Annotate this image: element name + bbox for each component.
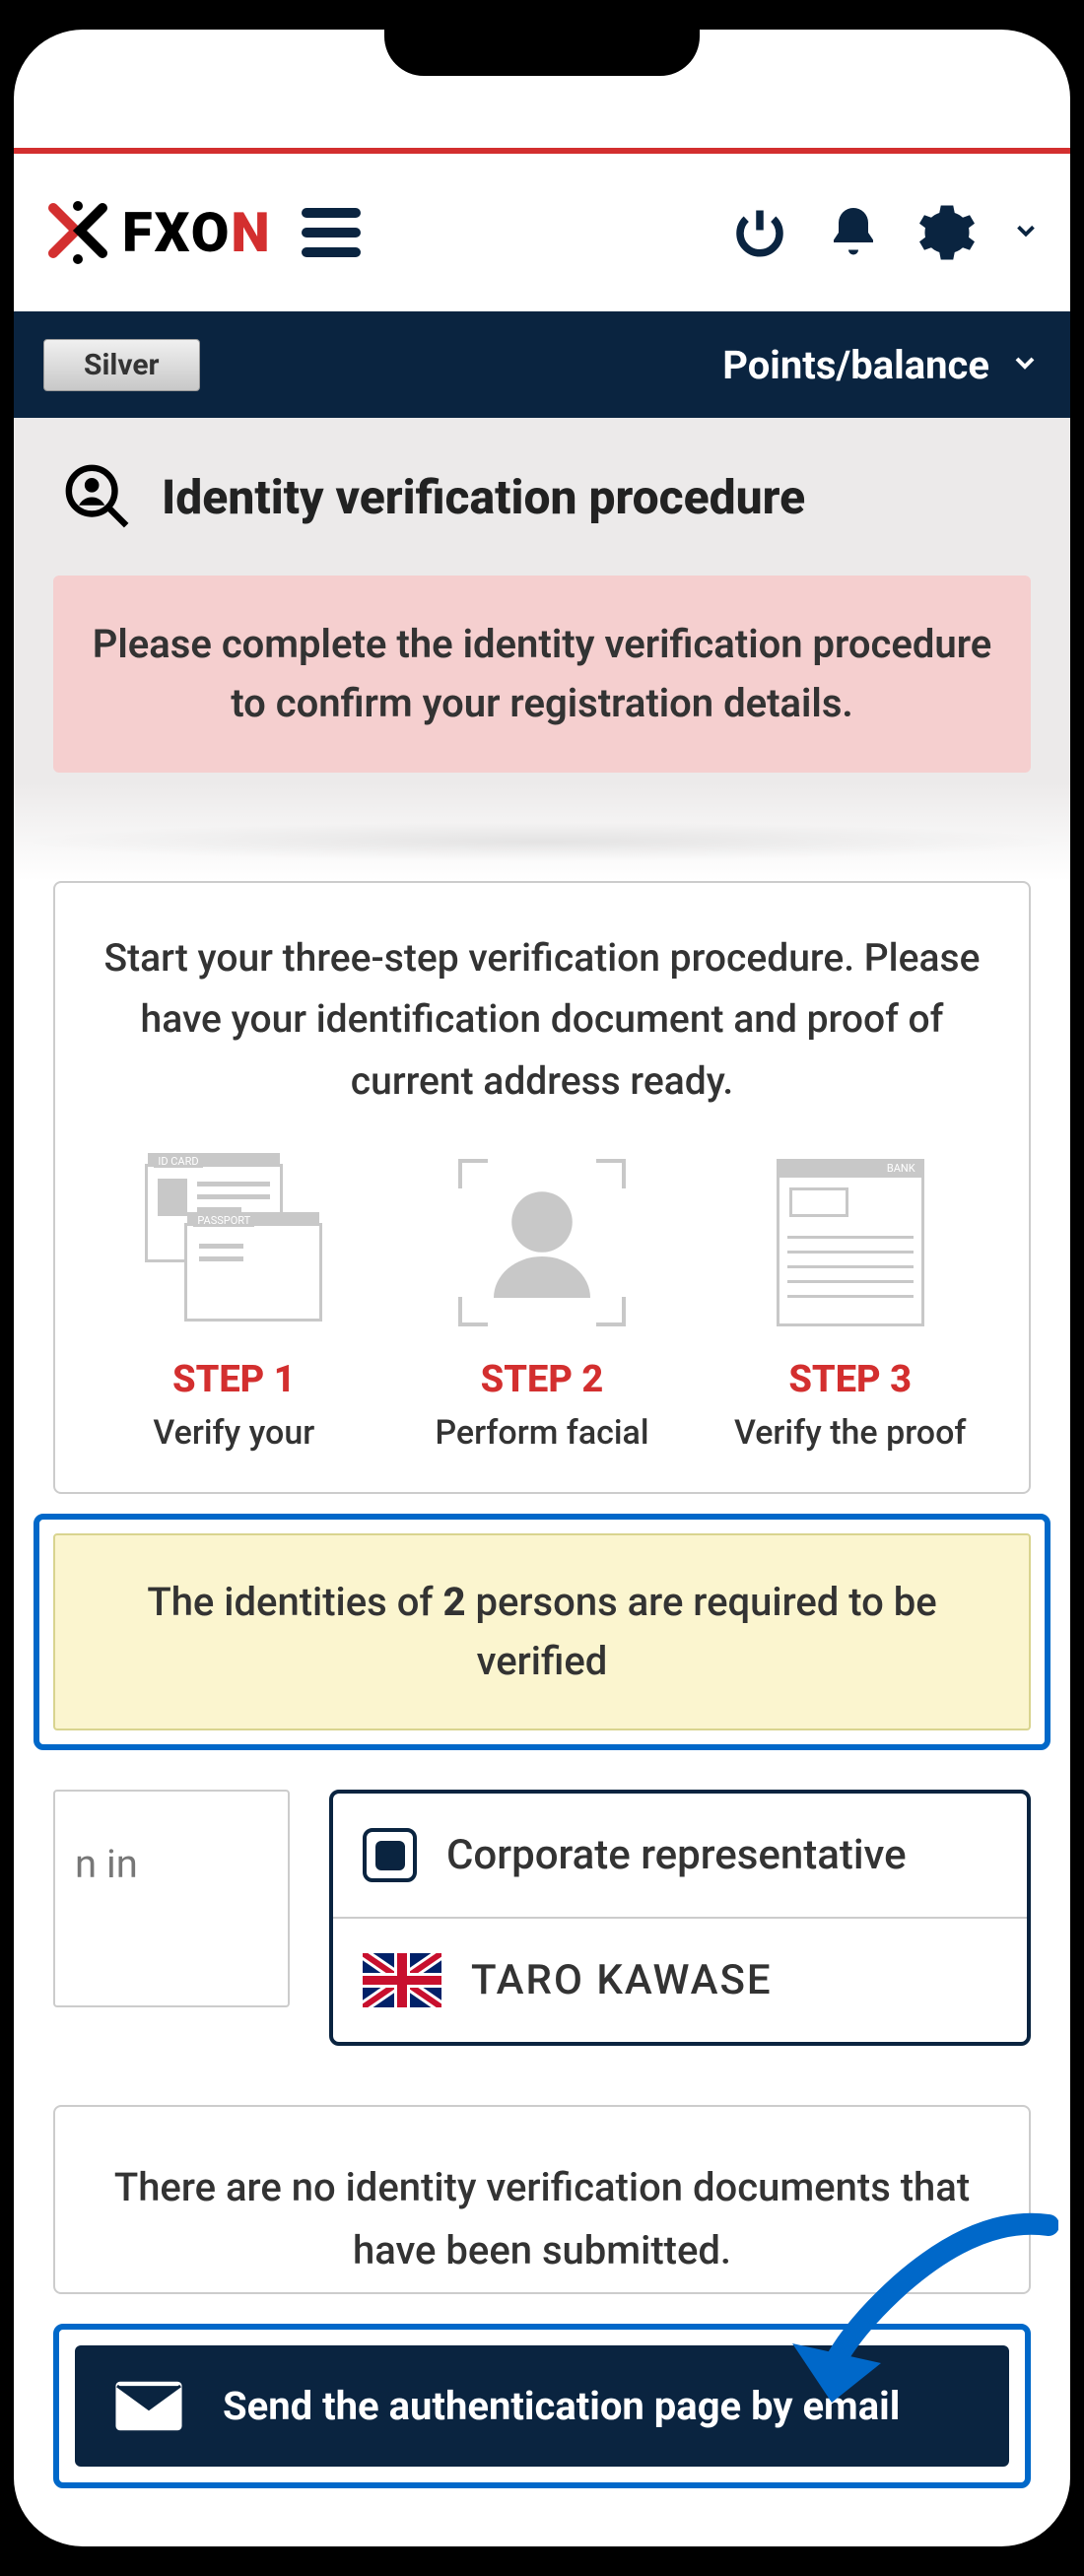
chevron-down-icon[interactable]	[1011, 216, 1041, 249]
role-label: Corporate representative	[446, 1831, 907, 1879]
person-role-row[interactable]: Corporate representative	[333, 1794, 1027, 1919]
alert-text: Please complete the identity verificatio…	[83, 615, 1001, 733]
balance-bar[interactable]: Silver Points/balance	[14, 311, 1070, 418]
idcard-mini-label: ID CARD	[154, 1155, 202, 1168]
step-1: ID CARD PASSPORT	[85, 1151, 383, 1453]
logo-text: FXON	[122, 200, 272, 265]
face-scan-icon	[393, 1151, 692, 1333]
phone-frame: FXON	[0, 0, 1084, 2576]
app-logo[interactable]: FXON	[43, 198, 272, 267]
page-title-row: Identity verification procedure	[14, 418, 1070, 576]
steps-row: ID CARD PASSPORT	[85, 1151, 999, 1453]
logo-part2: N	[231, 200, 271, 265]
step-3: BANK STEP 3 Verify the proof	[701, 1151, 999, 1453]
bank-doc-icon: BANK	[701, 1151, 999, 1333]
highlight-callout: The identities of 2 persons are required…	[34, 1514, 1050, 1750]
id-card-icon: ID CARD PASSPORT	[85, 1151, 383, 1333]
logo-part1: FXO	[122, 200, 231, 265]
power-icon[interactable]	[730, 203, 789, 262]
highlight-count: 2	[442, 1579, 465, 1625]
documents-status-text: There are no identity verification docum…	[85, 2156, 999, 2282]
partial-left-card[interactable]: n in	[53, 1790, 290, 2007]
step1-desc: Verify your	[85, 1413, 383, 1453]
highlight-text: The identities of 2 persons are required…	[53, 1533, 1031, 1730]
balance-label: Points/balance	[722, 342, 989, 388]
highlight-pre: The identities of	[147, 1579, 442, 1625]
step2-desc: Perform facial	[393, 1413, 692, 1453]
screen: FXON	[14, 30, 1070, 2546]
section-divider	[14, 782, 1070, 881]
page-title: Identity verification procedure	[162, 469, 805, 525]
step3-desc: Verify the proof	[701, 1413, 999, 1453]
verification-card: Start your three-step verification proce…	[53, 881, 1031, 1494]
documents-status-card: There are no identity verification docum…	[53, 2105, 1031, 2294]
send-button-label: Send the authentication page by email	[223, 2381, 900, 2432]
logo-mark-icon	[43, 198, 112, 267]
passport-mini-label: PASSPORT	[193, 1214, 254, 1227]
step2-label: STEP 2	[393, 1358, 692, 1401]
phone-notch	[384, 27, 700, 76]
hamburger-menu-icon[interactable]	[302, 208, 361, 257]
step1-label: STEP 1	[85, 1358, 383, 1401]
step-2: STEP 2 Perform facial	[393, 1151, 692, 1453]
highlight-post: persons are required to be verified	[466, 1579, 937, 1684]
send-email-button[interactable]: Send the authentication page by email	[75, 2345, 1009, 2467]
step3-label: STEP 3	[701, 1358, 999, 1401]
gear-icon[interactable]	[917, 203, 977, 262]
radio-selected-icon[interactable]	[363, 1828, 417, 1882]
app-header: FXON	[14, 154, 1070, 311]
bell-icon[interactable]	[824, 203, 883, 262]
person-name-row: TARO KAWASE	[333, 1919, 1027, 2042]
flag-uk-icon	[363, 1953, 441, 2007]
card-intro-text: Start your three-step verification proce…	[85, 927, 999, 1112]
partial-text: n in	[75, 1841, 138, 1887]
selected-person-card[interactable]: Corporate representative	[329, 1790, 1031, 2046]
chevron-down-icon	[1009, 347, 1041, 382]
header-icons-group	[730, 203, 1041, 262]
tier-badge: Silver	[43, 339, 200, 391]
alert-box: Please complete the identity verificatio…	[53, 576, 1031, 773]
send-button-callout: Send the authentication page by email	[53, 2324, 1031, 2488]
person-name: TARO KAWASE	[471, 1956, 773, 2004]
envelope-icon	[114, 2379, 183, 2433]
person-selection-row: n in Corporate representative	[14, 1790, 1070, 2046]
user-search-icon	[63, 462, 132, 531]
bank-mini-label: BANK	[779, 1162, 921, 1178]
